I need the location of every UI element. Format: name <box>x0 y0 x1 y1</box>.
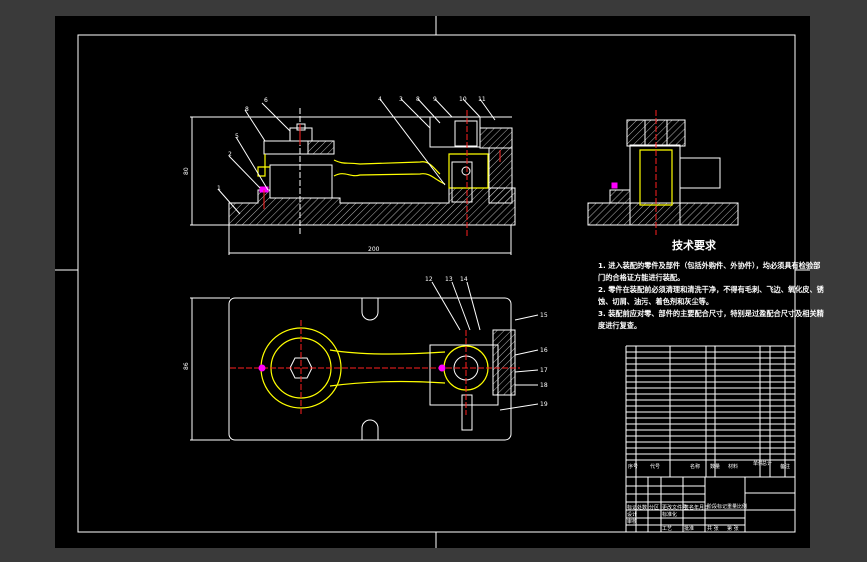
bom-header-cell: 材料 <box>728 463 738 470</box>
part-label: 8 <box>245 106 249 113</box>
title-block-cell: 第 张 <box>727 525 739 532</box>
tech-line: 度进行复查。 <box>598 321 641 330</box>
title-block-cell: 设计 <box>627 511 637 518</box>
title-block-cell: 重量 <box>727 503 737 510</box>
title-block-cell: 签名 <box>684 504 694 511</box>
part-label: 8 <box>416 96 420 103</box>
bom-header-cell: 备注 <box>780 463 790 470</box>
part-label: 14 <box>460 276 468 283</box>
title-block-cell: 标准化 <box>662 511 677 518</box>
bom-header-cell: 名称 <box>690 463 700 470</box>
part-label: 13 <box>445 276 453 283</box>
bom-header-cell: 序号 <box>628 463 638 470</box>
title-block-cell: 处数 <box>637 504 647 511</box>
bom-header-cell: 总计 <box>762 460 772 467</box>
title-block-cell: 批准 <box>684 525 694 532</box>
tech-line: 门的合格证方能进行装配。 <box>598 273 684 282</box>
part-label: 18 <box>540 382 548 389</box>
title-block-cell: 工艺 <box>662 526 672 532</box>
part-label: 1 <box>217 185 221 192</box>
dim-front-height: 80 <box>183 167 190 175</box>
bom-header-cell: 数量 <box>710 463 720 470</box>
dim-front-width: 200 <box>368 246 380 253</box>
title-block-cell: 阶段标记 <box>707 503 727 510</box>
part-label: 6 <box>264 97 268 104</box>
part-label: 16 <box>540 347 548 354</box>
part-label: 12 <box>425 276 433 283</box>
title-block-cell: 审核 <box>627 518 637 525</box>
part-label: 19 <box>540 401 548 408</box>
cad-drawing-canvas[interactable]: 200 80 6 8 5 2 1 4 3 8 9 10 11 86 12 13 … <box>0 0 867 562</box>
part-label: 15 <box>540 312 548 319</box>
bom-header-cell: 代号 <box>650 463 660 470</box>
tech-line: 2. 零件在装配前必须清理和清洗干净，不得有毛刺、飞边、氧化皮、锈 <box>598 285 825 294</box>
title-block-cell: 共 张 <box>707 525 719 532</box>
part-label: 4 <box>378 96 382 103</box>
tech-line: 蚀、切屑、油污、着色剂和灰尘等。 <box>597 297 713 306</box>
part-label: 9 <box>433 96 437 103</box>
part-label: 11 <box>478 96 486 103</box>
part-label: 2 <box>228 151 232 158</box>
part-label: 10 <box>459 96 467 103</box>
part-label: 5 <box>235 133 239 140</box>
dim-plan-height: 86 <box>183 362 190 370</box>
tech-line: 3. 装配前应对零、部件的主要配合尺寸，特别是过盈配合尺寸及相关精 <box>598 309 825 318</box>
title-block-cell: 分区 <box>649 504 659 511</box>
tech-title: 技术要求 <box>672 238 717 252</box>
title-block-cell: 标记 <box>627 504 637 511</box>
part-label: 3 <box>399 96 403 103</box>
title-block-cell: 比例 <box>737 503 747 510</box>
tech-line: 1. 进入装配的零件及部件（包括外购件、外协件），均必须具有检验部 <box>598 261 820 270</box>
part-label: 17 <box>540 367 548 374</box>
